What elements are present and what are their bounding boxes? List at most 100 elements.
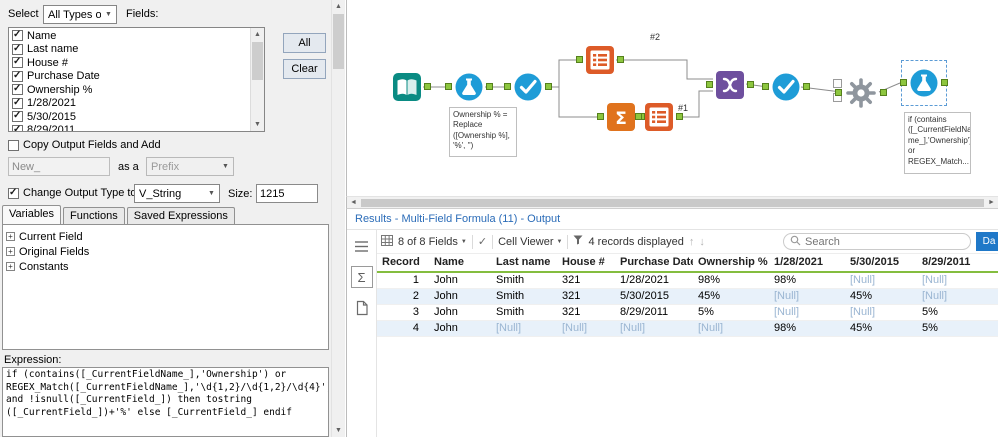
output-anchor[interactable] (486, 83, 493, 90)
scrollbar-track[interactable] (251, 81, 264, 118)
data-button[interactable]: Da (976, 232, 998, 251)
profile-view-icon[interactable]: Σ (351, 266, 373, 288)
expand-icon[interactable]: + (6, 232, 15, 241)
scrollbar-track[interactable] (332, 70, 345, 424)
expression-editor[interactable]: if (contains([_CurrentFieldName_],'Owner… (2, 367, 329, 437)
fields-count-dropdown[interactable]: 8 of 8 Fields ▼ (398, 236, 467, 248)
formula-annotation[interactable]: Ownership % = Replace ([Ownership %], '%… (449, 107, 517, 157)
output-anchor[interactable] (941, 79, 948, 86)
checkbox-checked-icon[interactable] (12, 125, 23, 131)
output-anchor[interactable] (617, 56, 624, 63)
search-input[interactable] (805, 236, 964, 248)
tree-item-current-field[interactable]: +Current Field (6, 229, 325, 244)
checkbox-checked-icon[interactable] (12, 98, 23, 109)
column-header-8-29-2011[interactable]: 8/29/2011 (917, 254, 998, 272)
table-view-icon[interactable] (351, 235, 373, 257)
arrow-up-icon[interactable]: ↑ (689, 236, 695, 248)
scroll-up-icon[interactable]: ▲ (251, 28, 264, 41)
input-anchor[interactable] (635, 113, 642, 120)
scroll-down-icon[interactable]: ▼ (332, 424, 345, 437)
multi-field-formula-tool-lower[interactable] (644, 102, 674, 132)
column-header-5-30-2015[interactable]: 5/30/2015 (845, 254, 917, 272)
field-list-item[interactable]: Last name (9, 43, 250, 57)
select-tool[interactable] (513, 72, 543, 102)
column-header-1-28-2021[interactable]: 1/28/2021 (769, 254, 845, 272)
field-list-item[interactable]: 5/30/2015 (9, 110, 250, 124)
table-row[interactable]: 1JohnSmith3211/28/202198%98%[Null][Null] (377, 272, 998, 289)
output-anchor[interactable] (880, 89, 887, 96)
input-anchor[interactable] (835, 89, 842, 96)
output-anchor[interactable] (803, 83, 810, 90)
column-header-record[interactable]: Record (377, 254, 429, 272)
input-anchor[interactable] (762, 83, 769, 90)
table-row[interactable]: 4John[Null][Null][Null][Null]98%45%5% (377, 321, 998, 337)
tab-functions[interactable]: Functions (63, 207, 125, 224)
scroll-up-icon[interactable]: ▲ (332, 0, 345, 13)
source-view-icon[interactable] (351, 297, 373, 319)
check-icon[interactable]: ✓ (478, 235, 487, 248)
scrollbar-thumb[interactable] (361, 199, 984, 207)
field-list-scrollbar[interactable]: ▲ ▼ (250, 28, 264, 131)
input-anchor[interactable] (597, 113, 604, 120)
config-panel-scrollbar[interactable]: ▲ ▼ (331, 0, 345, 437)
tree-item-constants[interactable]: +Constants (6, 259, 325, 274)
output-anchor[interactable] (747, 81, 754, 88)
clear-button[interactable]: Clear (283, 59, 326, 79)
input-anchor[interactable] (706, 81, 713, 88)
expand-icon[interactable]: + (6, 262, 15, 271)
selected-tool-annotation[interactable]: if (contains ([_CurrentFieldNa me_],'Own… (904, 112, 971, 174)
output-anchor[interactable] (545, 83, 552, 90)
scroll-down-icon[interactable]: ▼ (251, 118, 264, 131)
field-list-item[interactable]: House # (9, 56, 250, 70)
checkbox-checked-icon[interactable] (12, 57, 23, 68)
checkbox-checked-icon[interactable] (12, 71, 23, 82)
column-header-name[interactable]: Name (429, 254, 491, 272)
checkbox-checked-icon[interactable] (12, 84, 23, 95)
copy-output-checkbox[interactable]: Copy Output Fields and Add (8, 139, 161, 151)
tab-variables[interactable]: Variables (2, 205, 61, 224)
input-anchor[interactable] (576, 56, 583, 63)
multi-field-formula-tool-upper[interactable] (585, 45, 615, 75)
expand-icon[interactable]: + (6, 247, 15, 256)
table-row[interactable]: 3JohnSmith3218/29/20115%[Null][Null]5% (377, 305, 998, 321)
selected-formula-tool[interactable] (909, 68, 939, 98)
prefix-text-input[interactable] (8, 157, 110, 176)
tab-saved-expressions[interactable]: Saved Expressions (127, 207, 235, 224)
field-list-item[interactable]: Name (9, 29, 250, 43)
input-anchor[interactable] (900, 79, 907, 86)
column-header-house[interactable]: House # (557, 254, 615, 272)
checkbox-checked-icon[interactable] (12, 44, 23, 55)
checkbox-checked-icon[interactable] (12, 30, 23, 41)
input-anchor[interactable] (504, 83, 511, 90)
scroll-left-icon[interactable]: ◄ (347, 199, 360, 206)
canvas-horizontal-scrollbar[interactable]: ◄ ► (346, 196, 998, 208)
output-anchor[interactable] (676, 113, 683, 120)
field-list-item[interactable]: 8/29/2011 (9, 124, 250, 132)
workflow-canvas[interactable]: Ownership % = Replace ([Ownership %], '%… (346, 0, 998, 196)
summarize-tool[interactable]: Σ (606, 102, 636, 132)
table-row[interactable]: 2JohnSmith3215/30/201545%[Null]45%[Null] (377, 289, 998, 305)
prefix-suffix-dropdown[interactable]: Prefix ▼ (146, 157, 234, 176)
output-anchor[interactable] (424, 83, 431, 90)
search-box[interactable] (783, 233, 971, 250)
field-list-item[interactable]: 1/28/2021 (9, 97, 250, 111)
formula-tool[interactable] (454, 72, 484, 102)
scrollbar-thumb[interactable] (333, 14, 344, 69)
field-list-item[interactable]: Ownership % (9, 83, 250, 97)
scroll-right-icon[interactable]: ► (985, 199, 998, 206)
checkbox-checked-icon[interactable] (12, 111, 23, 122)
size-input[interactable] (256, 184, 318, 203)
cross-tab-tool[interactable] (715, 70, 745, 100)
change-output-type-checkbox[interactable]: Change Output Type to (8, 187, 137, 199)
input-data-tool[interactable] (392, 72, 422, 102)
arrow-down-icon[interactable]: ↓ (699, 236, 705, 248)
cell-viewer-dropdown[interactable]: Cell Viewer ▼ (498, 236, 562, 248)
all-button[interactable]: All (283, 33, 326, 53)
verify-tool[interactable] (771, 72, 801, 102)
output-type-dropdown[interactable]: V_String ▼ (134, 184, 220, 203)
input-anchor[interactable] (445, 83, 452, 90)
field-type-dropdown[interactable]: All Types of ▼ (43, 5, 117, 24)
field-list-item[interactable]: Purchase Date (9, 70, 250, 84)
column-header-ownership[interactable]: Ownership % (693, 254, 769, 272)
macro-gear-tool[interactable] (844, 76, 878, 110)
